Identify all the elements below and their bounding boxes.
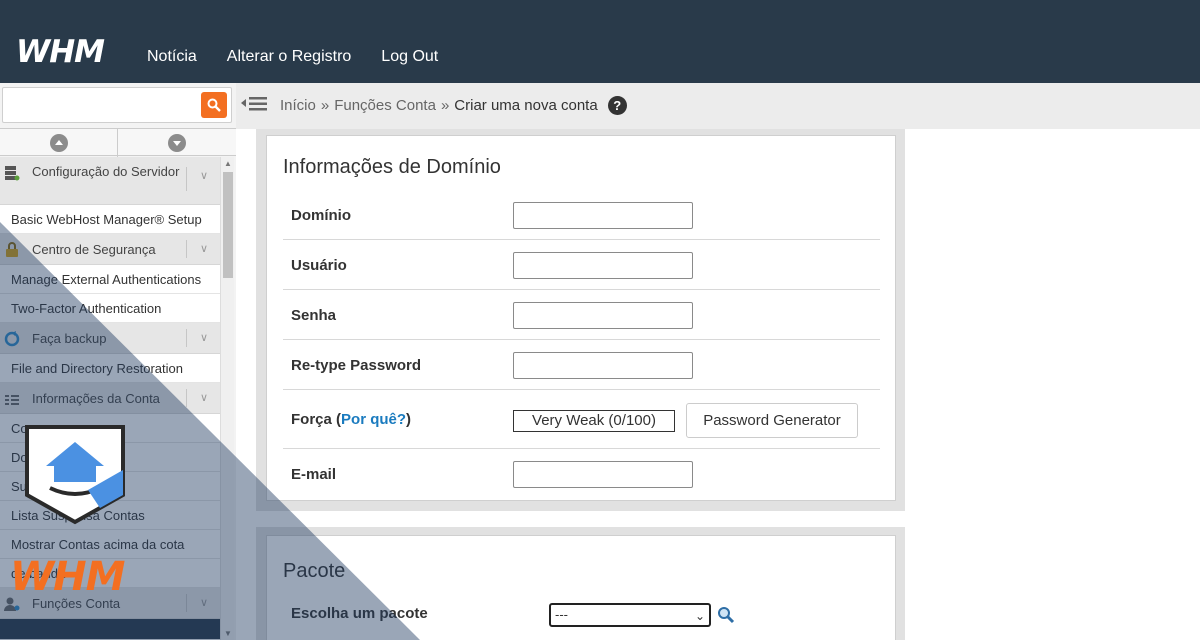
- row-strength: Força (Por quê?) Very Weak (0/100) Passw…: [283, 390, 880, 449]
- scrollbar-thumb[interactable]: [223, 172, 233, 278]
- breadcrumb-separator: »: [440, 97, 450, 114]
- section-label: Informações da Conta: [32, 391, 160, 406]
- server-config-icon: [5, 166, 20, 181]
- package-panel: Pacote Escolha um pacote --- ⌄: [266, 535, 896, 640]
- whm-logo[interactable]: WHM: [16, 34, 105, 70]
- panel-title: Pacote: [283, 560, 346, 582]
- divider: [186, 167, 187, 191]
- sidebar-active-item[interactable]: [0, 619, 220, 639]
- chevron-up-icon: [55, 140, 63, 145]
- collapse-up-button[interactable]: [50, 134, 68, 152]
- sidebar-item-account-1[interactable]: Co: [0, 414, 220, 443]
- section-label: Centro de Segurança: [32, 242, 156, 257]
- divider: [186, 240, 187, 258]
- domain-panel-wrapper: Informações de Domínio Domínio Usuário S…: [256, 129, 905, 511]
- retype-password-label: Re-type Password: [291, 357, 422, 374]
- section-centro-seguranca[interactable]: Centro de Segurança ∨: [0, 234, 220, 265]
- divider: [186, 329, 187, 347]
- row-domain: Domínio: [283, 190, 880, 240]
- search-icon[interactable]: [717, 606, 735, 624]
- password-input[interactable]: [513, 302, 693, 329]
- scroll-down-icon[interactable]: ▼: [224, 629, 232, 638]
- section-faca-backup[interactable]: Faça backup ∨: [0, 323, 220, 354]
- chevron-down-icon[interactable]: ∨: [200, 234, 208, 265]
- help-icon[interactable]: ?: [607, 96, 627, 115]
- top-bar: WHM Notícia Alterar o Registro Log Out: [0, 0, 1200, 83]
- nav-noticia[interactable]: Notícia: [147, 48, 197, 66]
- domain-info-panel: Informações de Domínio Domínio Usuário S…: [266, 135, 896, 501]
- sidebar-item-two-factor[interactable]: Two-Factor Authentication: [0, 294, 220, 323]
- choose-package-label: Escolha um pacote: [291, 605, 428, 622]
- password-generator-button[interactable]: Password Generator: [686, 403, 858, 438]
- search-icon: [207, 98, 221, 112]
- breadcrumb-bar: Início » Funções Conta » Criar uma nova …: [236, 83, 1200, 129]
- chevron-down-icon[interactable]: ∨: [200, 588, 208, 619]
- retype-password-input[interactable]: [513, 352, 693, 379]
- chevron-down-icon[interactable]: ∨: [200, 323, 208, 354]
- menu-toggle-icon[interactable]: [241, 94, 267, 114]
- sidebar-item-account-2[interactable]: Do ados lista: [0, 443, 220, 472]
- row-email: E-mail: [283, 449, 880, 499]
- row-user: Usuário: [283, 240, 880, 290]
- sidebar-search-input[interactable]: [2, 87, 232, 123]
- email-input[interactable]: [513, 461, 693, 488]
- chevron-down-icon: [173, 141, 181, 146]
- package-select-value: ---: [555, 607, 568, 622]
- sidebar-item-suspended-accounts[interactable]: Lista Suspensa Contas: [0, 501, 220, 530]
- strength-label-text: Força: [291, 411, 332, 428]
- row-password: Senha: [283, 290, 880, 340]
- collapse-controls: [0, 128, 236, 157]
- sidebar-item-file-restoration[interactable]: File and Directory Restoration: [0, 354, 220, 383]
- package-panel-wrapper: Pacote Escolha um pacote --- ⌄: [256, 527, 905, 640]
- collapse-down-button[interactable]: [168, 134, 186, 152]
- nav-alterar-registro[interactable]: Alterar o Registro: [227, 48, 352, 66]
- scroll-up-icon[interactable]: ▲: [224, 159, 232, 168]
- user-label: Usuário: [291, 257, 347, 274]
- divider: [117, 129, 118, 157]
- chevron-down-icon[interactable]: ∨: [200, 383, 208, 414]
- section-informacoes-conta[interactable]: Informações da Conta ∨: [0, 383, 220, 414]
- why-link[interactable]: Por quê?: [341, 411, 406, 428]
- lock-icon: [6, 242, 18, 257]
- section-label: Configuração do Servidor: [32, 164, 180, 179]
- panel-title: Informações de Domínio: [283, 156, 501, 178]
- chevron-down-icon: ⌄: [694, 609, 705, 623]
- breadcrumb-inicio[interactable]: Início: [280, 97, 316, 114]
- watermark-whm-logo: WHM: [10, 554, 125, 600]
- domain-input[interactable]: [513, 202, 693, 229]
- divider: [186, 594, 187, 612]
- username-input[interactable]: [513, 252, 693, 279]
- section-label: Faça backup: [32, 331, 107, 346]
- sidebar-item-external-auth[interactable]: Manage External Authentications: [0, 265, 220, 294]
- backup-icon: [4, 331, 20, 347]
- sidebar-scrollbar[interactable]: ▲ ▼: [220, 157, 234, 640]
- row-retype-password: Re-type Password: [283, 340, 880, 390]
- chevron-down-icon[interactable]: ∨: [200, 169, 208, 182]
- strength-label: Força (Por quê?): [291, 411, 412, 428]
- divider: [186, 389, 187, 407]
- account-info-icon: [5, 395, 19, 405]
- breadcrumb-funcoes-conta[interactable]: Funções Conta: [334, 97, 436, 114]
- domain-label: Domínio: [291, 207, 351, 224]
- password-label: Senha: [291, 307, 337, 324]
- nav-logout[interactable]: Log Out: [381, 48, 438, 66]
- package-select[interactable]: --- ⌄: [549, 603, 711, 627]
- breadcrumb-separator: »: [320, 97, 330, 114]
- sidebar-item-basic-setup[interactable]: Basic WebHost Manager® Setup: [0, 205, 220, 234]
- email-label: E-mail: [291, 466, 337, 483]
- section-configuracao-servidor[interactable]: Configuração do Servidor ∨: [0, 157, 220, 205]
- search-button[interactable]: [201, 92, 227, 118]
- strength-meter: Very Weak (0/100): [513, 410, 675, 432]
- breadcrumb: Início » Funções Conta » Criar uma nova …: [280, 96, 627, 115]
- breadcrumb-current: Criar uma nova conta: [454, 97, 598, 114]
- sidebar-item-account-3[interactable]: Su: [0, 472, 220, 501]
- top-nav: Notícia Alterar o Registro Log Out: [147, 48, 438, 66]
